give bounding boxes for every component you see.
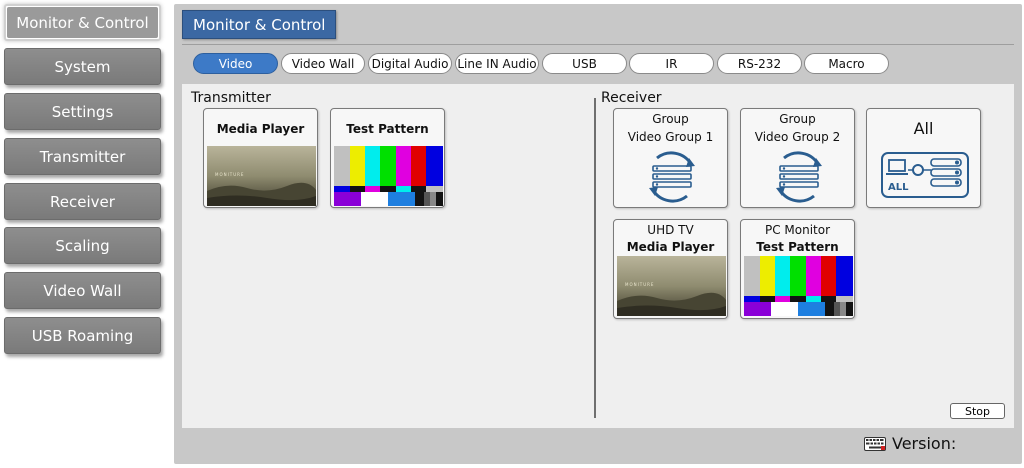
version-label: Version: bbox=[892, 434, 957, 453]
page-title: Monitor & Control bbox=[182, 10, 337, 39]
sidebar-item-monitor-control[interactable]: Monitor & Control bbox=[4, 4, 161, 41]
media-player-thumbnail: MONITURE bbox=[617, 256, 726, 316]
sidebar-item-settings[interactable]: Settings bbox=[4, 93, 161, 130]
tab-ir[interactable]: IR bbox=[629, 53, 714, 74]
sidebar-item-label: USB Roaming bbox=[31, 326, 134, 345]
sidebar-item-label: Scaling bbox=[55, 236, 110, 255]
tab-usb[interactable]: USB bbox=[542, 53, 627, 74]
tab-line-in-audio[interactable]: Line IN Audio bbox=[455, 53, 539, 74]
media-player-thumbnail: MONITURE bbox=[207, 146, 316, 206]
sidebar-item-video-wall[interactable]: Video Wall bbox=[4, 272, 161, 309]
receiver-source: Test Pattern bbox=[756, 240, 839, 254]
svg-text:MONITURE: MONITURE bbox=[215, 172, 244, 177]
tab-video[interactable]: Video bbox=[193, 53, 278, 74]
receiver-name: UHD TV bbox=[647, 223, 694, 237]
transmitter-label: Transmitter bbox=[191, 90, 271, 106]
tab-macro[interactable]: Macro bbox=[804, 53, 889, 74]
title-divider bbox=[182, 44, 1014, 45]
card-type: Group bbox=[779, 112, 816, 126]
card-title: Media Player bbox=[216, 122, 305, 136]
version-info: Version: bbox=[864, 434, 956, 453]
sidebar-item-scaling[interactable]: Scaling bbox=[4, 227, 161, 264]
card-title: Video Group 2 bbox=[754, 130, 841, 144]
sidebar-item-label: Settings bbox=[51, 102, 114, 121]
transmitter-card-media-player[interactable]: Media Player MONITURE bbox=[203, 108, 318, 208]
sidebar-item-label: Receiver bbox=[50, 192, 115, 211]
tab-digital-audio[interactable]: Digital Audio bbox=[368, 53, 452, 74]
section-divider bbox=[594, 98, 596, 418]
transmitter-card-test-pattern[interactable]: Test Pattern bbox=[330, 108, 445, 208]
sidebar-item-receiver[interactable]: Receiver bbox=[4, 183, 161, 220]
group-icon bbox=[776, 151, 822, 203]
content-area: Transmitter Receiver Media Player MONITU… bbox=[182, 84, 1014, 428]
receiver-name: PC Monitor bbox=[764, 223, 831, 237]
svg-text:ALL: ALL bbox=[888, 182, 909, 193]
card-type: Group bbox=[652, 112, 689, 126]
sidebar-item-usb-roaming[interactable]: USB Roaming bbox=[4, 317, 161, 354]
tab-video-wall[interactable]: Video Wall bbox=[281, 53, 365, 74]
receiver-source: Media Player bbox=[626, 240, 715, 254]
all-devices-icon: ALL bbox=[881, 152, 969, 198]
tab-rs-232[interactable]: RS-232 bbox=[717, 53, 802, 74]
sidebar: Monitor & Control System Settings Transm… bbox=[0, 0, 168, 468]
stop-button[interactable]: Stop bbox=[950, 403, 1005, 419]
sidebar-item-transmitter[interactable]: Transmitter bbox=[4, 138, 161, 175]
sidebar-item-label: System bbox=[54, 57, 111, 76]
test-pattern-thumbnail bbox=[334, 146, 443, 206]
sidebar-item-label: Video Wall bbox=[43, 281, 122, 300]
receiver-all-card[interactable]: All ALL bbox=[866, 108, 981, 208]
main-panel: Monitor & Control Video Video Wall Digit… bbox=[174, 4, 1022, 464]
receiver-card-pc-monitor[interactable]: PC Monitor Test Pattern bbox=[740, 219, 855, 319]
card-title: Video Group 1 bbox=[627, 130, 714, 144]
receiver-group-card-1[interactable]: Group Video Group 1 bbox=[613, 108, 728, 208]
sidebar-item-label: Transmitter bbox=[39, 147, 126, 166]
sidebar-item-label: Monitor & Control bbox=[7, 7, 158, 38]
test-pattern-thumbnail bbox=[744, 256, 853, 316]
card-title: All bbox=[913, 119, 934, 138]
card-title: Test Pattern bbox=[346, 122, 429, 136]
receiver-label: Receiver bbox=[601, 90, 662, 106]
svg-text:MONITURE: MONITURE bbox=[625, 282, 654, 287]
group-icon bbox=[649, 151, 695, 203]
keyboard-icon bbox=[864, 436, 886, 451]
receiver-group-card-2[interactable]: Group Video Group 2 bbox=[740, 108, 855, 208]
sidebar-item-system[interactable]: System bbox=[4, 48, 161, 85]
receiver-card-uhd-tv[interactable]: UHD TV Media Player MONITURE bbox=[613, 219, 728, 319]
